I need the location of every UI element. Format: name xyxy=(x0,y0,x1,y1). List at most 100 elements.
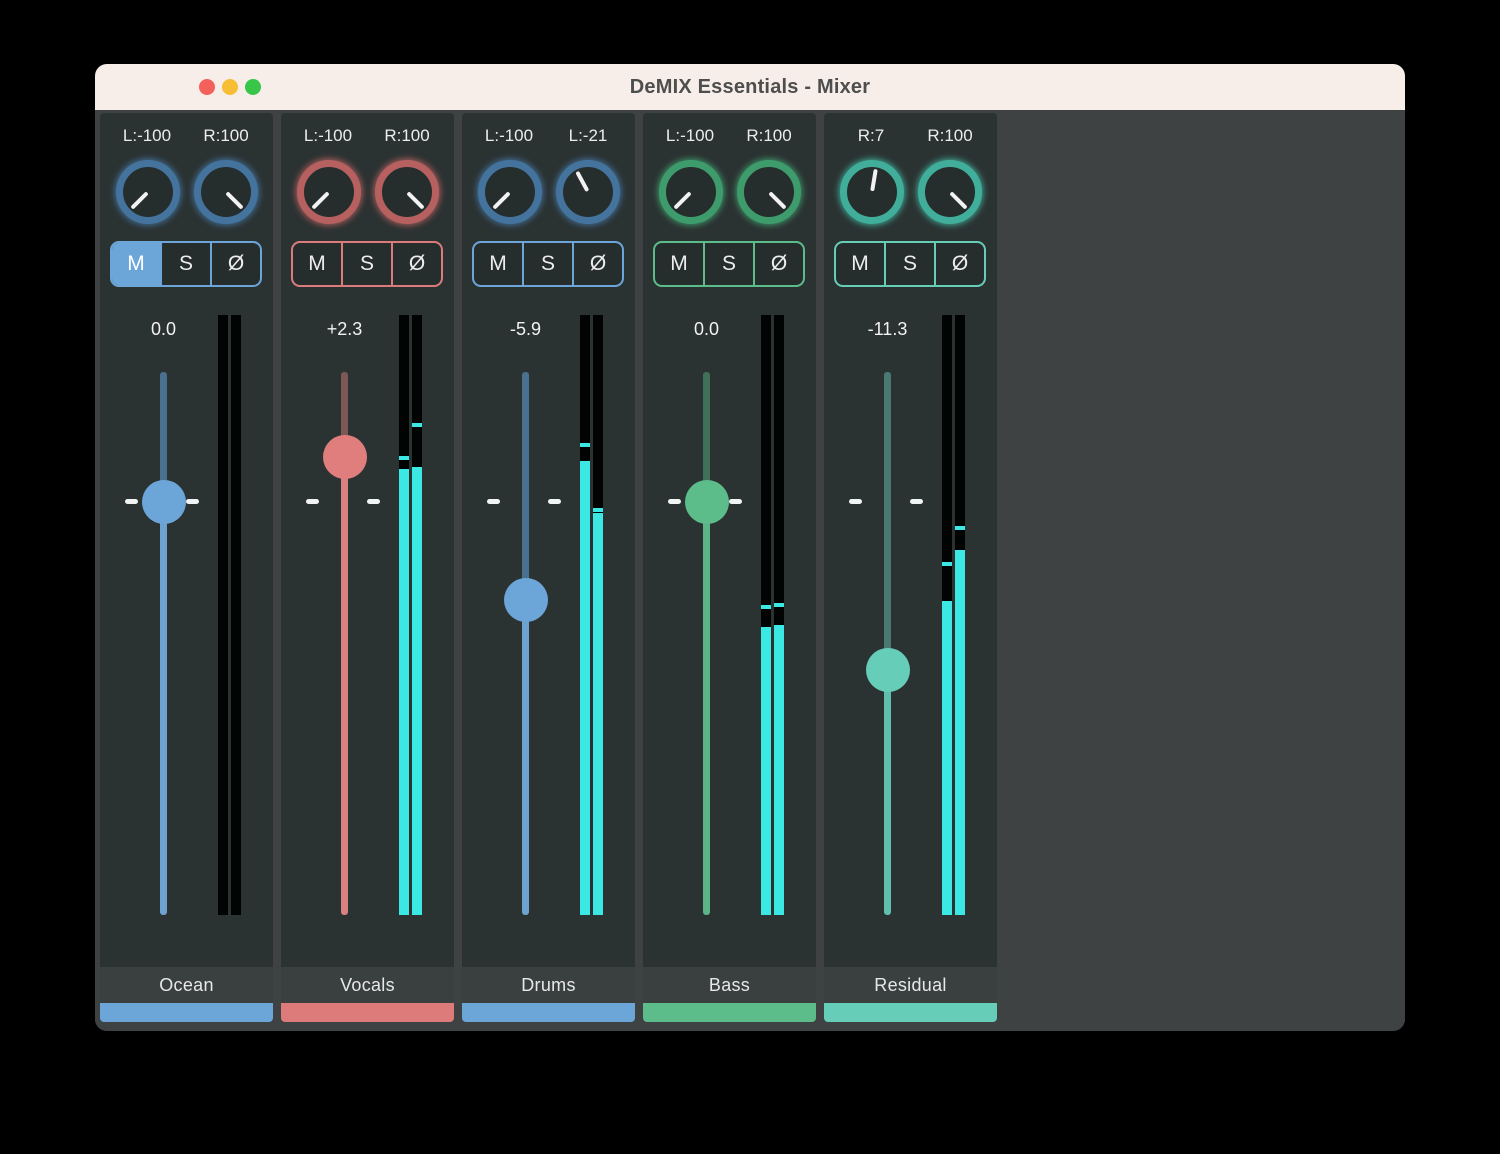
solo-button[interactable]: S xyxy=(343,243,393,285)
pan-left-label: L:-100 xyxy=(297,126,360,146)
knob-pointer xyxy=(130,191,148,209)
meter-left xyxy=(399,315,409,915)
phase-button[interactable]: Ø xyxy=(755,243,803,285)
knob-pointer xyxy=(225,191,243,209)
zero-db-tick-left xyxy=(668,499,681,504)
phase-button[interactable]: Ø xyxy=(574,243,622,285)
mute-solo-phase-group: M S Ø xyxy=(653,241,805,287)
zero-db-tick-left xyxy=(125,499,138,504)
meter-left-fill xyxy=(761,627,771,915)
pan-left-knob[interactable] xyxy=(659,160,723,224)
pan-labels: L:-100 R:100 xyxy=(281,126,454,146)
pan-knobs xyxy=(100,160,273,224)
mute-solo-phase-group: M S Ø xyxy=(472,241,624,287)
mute-solo-phase-group: M S Ø xyxy=(834,241,986,287)
gain-db-label: 0.0 xyxy=(100,319,227,340)
solo-button[interactable]: S xyxy=(162,243,212,285)
fader-track-lower[interactable] xyxy=(703,502,710,915)
knob-pointer xyxy=(870,169,878,191)
gain-db-label: -11.3 xyxy=(824,319,951,340)
meter-right xyxy=(774,315,784,915)
channel-name: Vocals xyxy=(281,967,454,1003)
fader-track-lower[interactable] xyxy=(884,670,891,915)
meter-right-peak xyxy=(955,526,965,530)
channel-color-bar xyxy=(100,1003,273,1022)
fader-track-lower[interactable] xyxy=(522,600,529,915)
fader-handle[interactable] xyxy=(504,578,548,622)
mute-button[interactable]: M xyxy=(655,243,705,285)
pan-right-label: L:-21 xyxy=(557,126,620,146)
pan-right-label: R:100 xyxy=(919,126,982,146)
solo-button[interactable]: S xyxy=(886,243,936,285)
mute-button[interactable]: M xyxy=(112,243,162,285)
solo-button[interactable]: S xyxy=(524,243,574,285)
pan-left-knob[interactable] xyxy=(840,160,904,224)
pan-left-knob[interactable] xyxy=(478,160,542,224)
meter-left xyxy=(580,315,590,915)
meter-right-fill xyxy=(955,550,965,915)
phase-button[interactable]: Ø xyxy=(393,243,441,285)
phase-button[interactable]: Ø xyxy=(212,243,260,285)
fader-handle[interactable] xyxy=(866,648,910,692)
pan-right-knob[interactable] xyxy=(375,160,439,224)
minimize-button[interactable] xyxy=(222,79,238,95)
channel-name: Ocean xyxy=(100,967,273,1003)
knob-pointer xyxy=(311,191,329,209)
fader-handle[interactable] xyxy=(323,435,367,479)
mute-button[interactable]: M xyxy=(836,243,886,285)
channel-color-bar xyxy=(281,1003,454,1022)
knob-pointer xyxy=(492,191,510,209)
meter-right xyxy=(231,315,241,915)
titlebar: DeMIX Essentials - Mixer xyxy=(95,64,1405,110)
channel-name: Bass xyxy=(643,967,816,1003)
pan-labels: R:7 R:100 xyxy=(824,126,997,146)
fader-track-lower[interactable] xyxy=(341,457,348,915)
meter-left-peak xyxy=(942,562,952,566)
pan-right-knob[interactable] xyxy=(737,160,801,224)
fader-track-upper[interactable] xyxy=(884,372,891,670)
mute-solo-phase-group: M S Ø xyxy=(291,241,443,287)
channel-color-bar xyxy=(462,1003,635,1022)
fader-track-lower[interactable] xyxy=(160,502,167,915)
mute-button[interactable]: M xyxy=(293,243,343,285)
pan-left-knob[interactable] xyxy=(297,160,361,224)
meter-right-fill xyxy=(412,467,422,915)
channel-name: Drums xyxy=(462,967,635,1003)
meter-right-fill xyxy=(593,513,603,915)
fader-track-upper[interactable] xyxy=(522,372,529,600)
meter-right-peak xyxy=(412,423,422,427)
close-button[interactable] xyxy=(199,79,215,95)
mixer-content: X L:-100 R:100 M S Ø 0.0 xyxy=(95,110,1405,1031)
pan-right-label: R:100 xyxy=(376,126,439,146)
gain-db-label: 0.0 xyxy=(643,319,770,340)
pan-left-label: L:-100 xyxy=(478,126,541,146)
zoom-button[interactable] xyxy=(245,79,261,95)
pan-left-knob[interactable] xyxy=(116,160,180,224)
phase-button[interactable]: Ø xyxy=(936,243,984,285)
pan-right-label: R:100 xyxy=(738,126,801,146)
traffic-lights xyxy=(199,79,261,95)
pan-right-knob[interactable] xyxy=(194,160,258,224)
meter-left-peak xyxy=(761,605,771,609)
meter-right xyxy=(955,315,965,915)
meter-left xyxy=(942,315,952,915)
meter-left-peak xyxy=(399,456,409,460)
pan-right-knob[interactable] xyxy=(556,160,620,224)
fader-handle[interactable] xyxy=(142,480,186,524)
knob-pointer xyxy=(575,171,589,192)
mute-solo-phase-group: M S Ø xyxy=(110,241,262,287)
channel-strip: L:-100 R:100 M S Ø 0.0 B xyxy=(643,113,816,1022)
solo-button[interactable]: S xyxy=(705,243,755,285)
pan-knobs xyxy=(462,160,635,224)
meter-right-peak xyxy=(593,508,603,512)
channel-strip: R:7 R:100 M S Ø -11.3 Re xyxy=(824,113,997,1022)
meter-right-fill xyxy=(774,625,784,915)
channel-name: Residual xyxy=(824,967,997,1003)
knob-pointer xyxy=(768,191,786,209)
mute-button[interactable]: M xyxy=(474,243,524,285)
meter-left-fill xyxy=(942,601,952,915)
knob-pointer xyxy=(406,191,424,209)
fader-handle[interactable] xyxy=(685,480,729,524)
pan-right-knob[interactable] xyxy=(918,160,982,224)
zero-db-tick-left xyxy=(306,499,319,504)
